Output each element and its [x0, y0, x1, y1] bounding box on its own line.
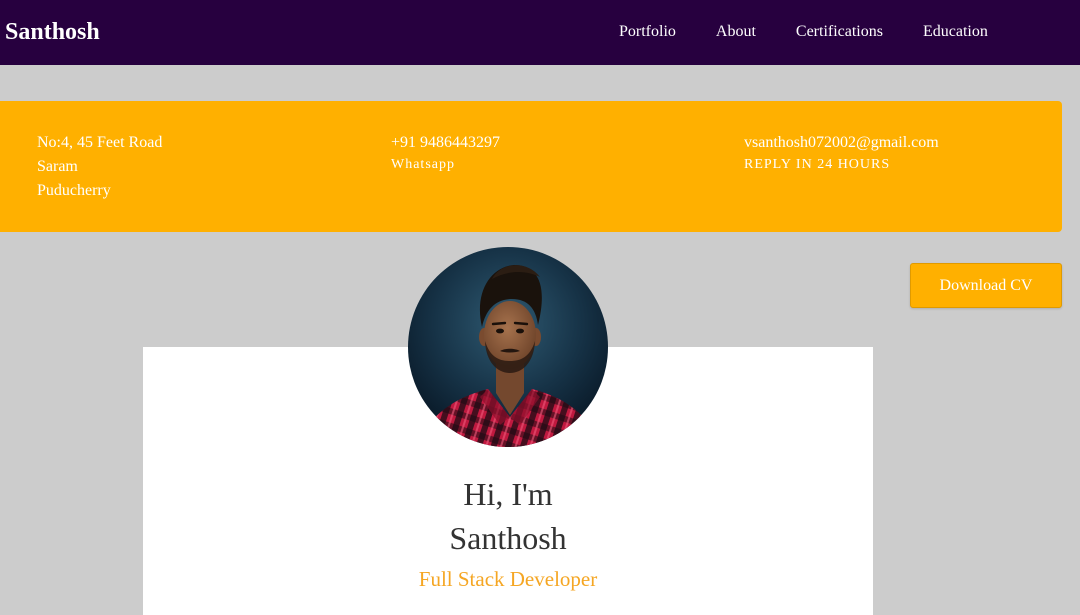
address-line-2: Saram — [37, 158, 78, 175]
nav-links: Portfolio About Certifications Education — [619, 0, 988, 64]
contact-info-bar: No:4, 45 Feet Road Saram Puducherry +91 … — [0, 101, 1062, 232]
top-navbar: Santhosh Portfolio About Certifications … — [0, 0, 1080, 65]
address-column: No:4, 45 Feet Road Saram Puducherry — [37, 131, 162, 203]
profile-role: Full Stack Developer — [418, 567, 598, 591]
nav-link-about[interactable]: About — [716, 0, 756, 64]
phone-column: +91 9486443297 Whatsapp — [391, 131, 500, 175]
address-line-1: No:4, 45 Feet Road — [37, 134, 163, 151]
profile-greeting: Hi, I'm — [463, 476, 553, 512]
email-column: vsanthosh072002@gmail.com REPLY IN 24 HO… — [744, 131, 939, 175]
email-note: REPLY IN 24 HOURS — [744, 157, 891, 172]
address-line-3: Puducherry — [37, 182, 111, 199]
nav-link-certifications[interactable]: Certifications — [796, 0, 883, 64]
phone-note: Whatsapp — [391, 157, 455, 172]
download-cv-button[interactable]: Download CV — [910, 263, 1062, 308]
brand-logo-text[interactable]: Santhosh — [5, 0, 100, 64]
email-address: vsanthosh072002@gmail.com — [744, 134, 939, 151]
profile-photo-image — [408, 247, 608, 447]
phone-number: +91 9486443297 — [391, 134, 501, 151]
nav-link-education[interactable]: Education — [923, 0, 988, 64]
nav-link-portfolio[interactable]: Portfolio — [619, 0, 676, 64]
profile-photo — [408, 247, 608, 447]
profile-name: Santhosh — [449, 520, 567, 556]
